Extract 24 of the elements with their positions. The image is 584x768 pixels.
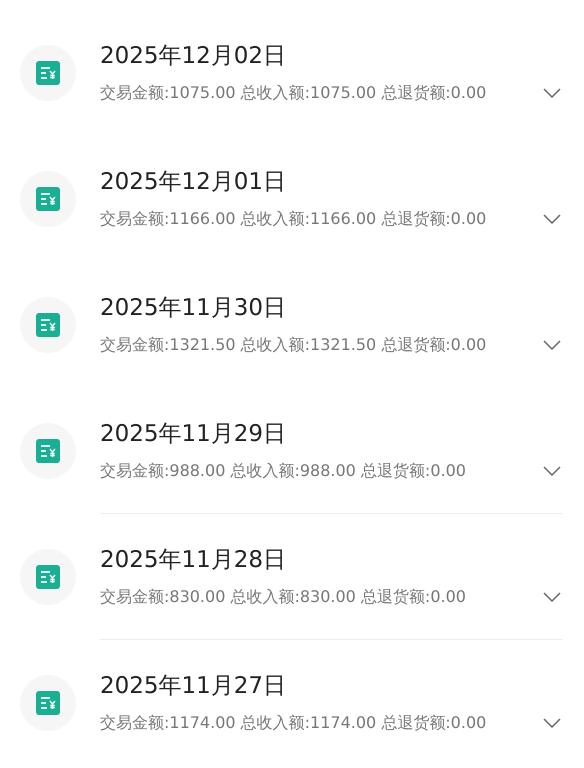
receipt-icon	[36, 61, 60, 85]
receipt-icon	[36, 439, 60, 463]
record-date: 2025年12月02日	[100, 42, 286, 71]
record-summary: 交易金额:830.00 总收入额:830.00 总退货额:0.00	[100, 586, 466, 608]
record-summary: 交易金额:1321.50 总收入额:1321.50 总退货额:0.00	[100, 334, 486, 356]
receipt-icon	[36, 691, 60, 715]
chevron-down-icon	[543, 466, 561, 476]
record-summary: 交易金额:1075.00 总收入额:1075.00 总退货额:0.00	[100, 82, 486, 104]
chevron-down-icon	[543, 592, 561, 602]
chevron-down-icon	[543, 88, 561, 98]
receipt-icon	[36, 187, 60, 211]
record-date: 2025年11月27日	[100, 672, 286, 701]
record-date: 2025年12月01日	[100, 168, 286, 197]
record-summary: 交易金额:1166.00 总收入额:1166.00 总退货额:0.00	[100, 208, 486, 230]
record-summary: 交易金额:1174.00 总收入额:1174.00 总退货额:0.00	[100, 712, 486, 734]
chevron-down-icon	[543, 340, 561, 350]
record-date: 2025年11月28日	[100, 546, 286, 575]
chevron-down-icon	[543, 718, 561, 728]
chevron-down-icon	[543, 214, 561, 224]
receipt-icon	[36, 313, 60, 337]
record-summary: 交易金额:988.00 总收入额:988.00 总退货额:0.00	[100, 460, 466, 482]
record-date: 2025年11月29日	[100, 420, 286, 449]
receipt-icon	[36, 565, 60, 589]
record-date: 2025年11月30日	[100, 294, 286, 323]
